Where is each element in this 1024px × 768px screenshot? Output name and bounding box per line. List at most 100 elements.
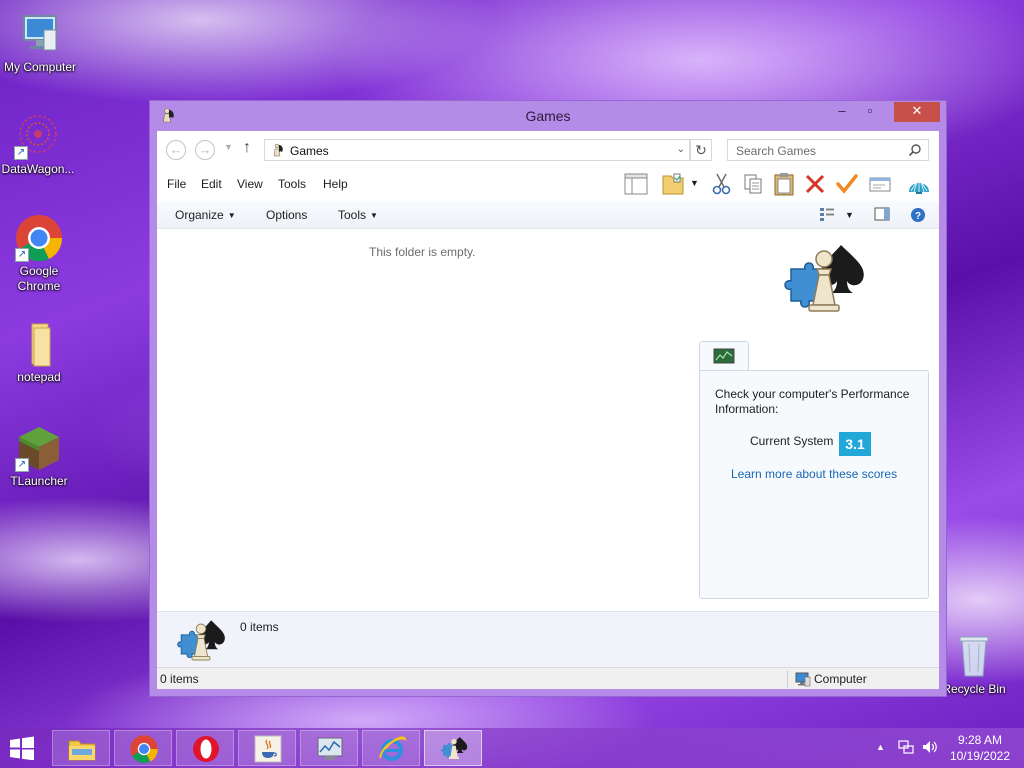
recent-locations-dropdown[interactable]: ▼ bbox=[224, 142, 233, 152]
opera-icon bbox=[191, 734, 221, 764]
chrome-icon: ↗ bbox=[15, 214, 63, 262]
tools-button[interactable]: Tools ▼ bbox=[338, 208, 378, 222]
desktop-icon-tlauncher[interactable]: ↗ TLauncher bbox=[0, 424, 79, 489]
menu-help[interactable]: Help bbox=[323, 177, 348, 191]
desktop-icon-notepad[interactable]: notepad bbox=[0, 320, 79, 385]
status-bar: 0 items Computer bbox=[157, 667, 939, 689]
taskbar-chrome[interactable] bbox=[114, 730, 172, 766]
taskbar-performance-monitor[interactable] bbox=[300, 730, 358, 766]
performance-monitor-icon bbox=[713, 348, 735, 364]
desktop-icon-label: TLauncher bbox=[10, 474, 68, 488]
properties-icon[interactable] bbox=[867, 172, 893, 196]
menu-file[interactable]: File bbox=[167, 177, 186, 191]
title-bar[interactable]: Games – ▫ ✕ bbox=[150, 101, 946, 131]
pane-icon bbox=[874, 207, 890, 221]
chevron-down-icon[interactable]: ▼ bbox=[690, 178, 702, 202]
view-icon bbox=[820, 208, 834, 221]
desktop-icon-my-computer[interactable]: My Computer bbox=[0, 10, 80, 75]
content-area[interactable]: This folder is empty. Check your compute… bbox=[157, 229, 939, 611]
desktop-icon-datawagon[interactable]: ↗ DataWagon... bbox=[0, 112, 78, 177]
up-arrow-icon: ↑ bbox=[243, 139, 251, 156]
close-button[interactable]: ✕ bbox=[894, 102, 940, 122]
clock-time: 9:28 AM bbox=[957, 733, 1002, 747]
menu-view[interactable]: View bbox=[237, 177, 263, 191]
search-icon[interactable] bbox=[908, 143, 922, 157]
taskbar: ▲ 9:28 AM 10/19/2022 bbox=[0, 728, 1024, 768]
taskbar-games[interactable] bbox=[424, 730, 482, 766]
forward-arrow-icon: → bbox=[198, 142, 212, 157]
internet-explorer-icon bbox=[377, 734, 407, 764]
maximize-button[interactable]: ▫ bbox=[856, 102, 884, 122]
network-icon[interactable] bbox=[898, 739, 914, 758]
preview-pane-toggle[interactable] bbox=[874, 207, 890, 224]
details-item-count: 0 items bbox=[240, 620, 279, 634]
refresh-icon: ↻ bbox=[695, 142, 707, 158]
file-explorer-icon bbox=[67, 734, 97, 764]
shortcut-arrow-icon: ↗ bbox=[15, 458, 29, 472]
chevron-down-icon: ▼ bbox=[370, 211, 378, 220]
desktop-icon-label: My Computer bbox=[3, 60, 77, 74]
chrome-icon bbox=[129, 734, 159, 764]
menu-tools[interactable]: Tools bbox=[278, 177, 306, 191]
search-input[interactable]: Search Games bbox=[727, 139, 929, 161]
taskbar-java[interactable] bbox=[238, 730, 296, 766]
performance-panel: Check your computer's Performance Inform… bbox=[699, 370, 929, 599]
up-button[interactable]: ↑ bbox=[243, 139, 251, 157]
cut-icon[interactable] bbox=[709, 172, 735, 196]
minimize-button[interactable]: – bbox=[828, 102, 856, 122]
taskbar-internet-explorer[interactable] bbox=[362, 730, 420, 766]
command-bar: Organize ▼ Options Tools ▼ ▼ ? bbox=[157, 201, 939, 229]
performance-tab[interactable] bbox=[699, 341, 749, 371]
forward-button[interactable]: → bbox=[195, 140, 215, 160]
java-icon bbox=[253, 734, 283, 764]
back-arrow-icon: ← bbox=[169, 142, 183, 157]
performance-monitor-icon bbox=[315, 734, 345, 764]
window-title: Games bbox=[525, 108, 571, 124]
folder-options-icon[interactable] bbox=[661, 172, 687, 196]
desktop-icon-label: notepad bbox=[17, 370, 61, 384]
current-system-label: Current System bbox=[750, 434, 834, 448]
back-button[interactable]: ← bbox=[166, 140, 186, 160]
taskbar-file-explorer[interactable] bbox=[52, 730, 110, 766]
show-hidden-icons-icon[interactable]: ▲ bbox=[876, 742, 885, 752]
games-folder-icon bbox=[270, 143, 285, 158]
help-button[interactable]: ? bbox=[910, 207, 926, 226]
chevron-down-icon[interactable]: ▼ bbox=[845, 210, 854, 220]
games-window: Games – ▫ ✕ ← → ▼ ↑ Games ⌄ ↻ Search Gam… bbox=[149, 100, 947, 697]
desktop-icon-label: Google Chrome bbox=[17, 264, 61, 293]
volume-icon[interactable] bbox=[921, 739, 939, 758]
empty-folder-message: This folder is empty. bbox=[369, 245, 476, 259]
clock-date: 10/19/2022 bbox=[949, 749, 1010, 763]
performance-score-badge: 3.1 bbox=[839, 432, 871, 456]
status-divider bbox=[787, 670, 788, 688]
system-clock[interactable]: 9:28 AM 10/19/2022 bbox=[950, 732, 1010, 764]
copy-icon[interactable] bbox=[740, 172, 766, 196]
address-row: ← → ▼ ↑ Games ⌄ ↻ Search Games bbox=[157, 131, 939, 167]
options-button[interactable]: Options bbox=[266, 208, 307, 222]
menu-edit[interactable]: Edit bbox=[201, 177, 222, 191]
organize-button[interactable]: Organize ▼ bbox=[175, 208, 236, 222]
desktop-icon-google-chrome[interactable]: ↗ Google Chrome bbox=[0, 214, 79, 294]
taskbar-opera[interactable] bbox=[176, 730, 234, 766]
paste-icon[interactable] bbox=[771, 172, 797, 196]
menu-bar: File Edit View Tools Help ▼ bbox=[157, 167, 939, 201]
shell-icon[interactable] bbox=[906, 172, 932, 196]
datawagon-icon: ↗ bbox=[14, 112, 62, 160]
status-item-count: 0 items bbox=[160, 672, 199, 686]
address-text: Games bbox=[290, 144, 329, 158]
help-icon: ? bbox=[911, 208, 925, 222]
change-view-button[interactable] bbox=[819, 207, 835, 224]
chevron-down-icon[interactable]: ⌄ bbox=[677, 144, 685, 155]
delete-icon[interactable] bbox=[802, 172, 828, 196]
shortcut-arrow-icon: ↗ bbox=[14, 146, 28, 160]
address-bar[interactable]: Games ⌄ bbox=[264, 139, 690, 161]
checkmark-icon[interactable] bbox=[834, 172, 860, 196]
shortcut-arrow-icon: ↗ bbox=[15, 248, 29, 262]
refresh-button[interactable]: ↻ bbox=[690, 139, 712, 161]
preview-pane-icon[interactable] bbox=[623, 172, 649, 196]
learn-more-link[interactable]: Learn more about these scores bbox=[731, 467, 897, 481]
computer-icon bbox=[795, 671, 811, 687]
search-placeholder: Search Games bbox=[736, 144, 817, 158]
status-location: Computer bbox=[814, 672, 867, 686]
start-button[interactable] bbox=[6, 736, 40, 761]
